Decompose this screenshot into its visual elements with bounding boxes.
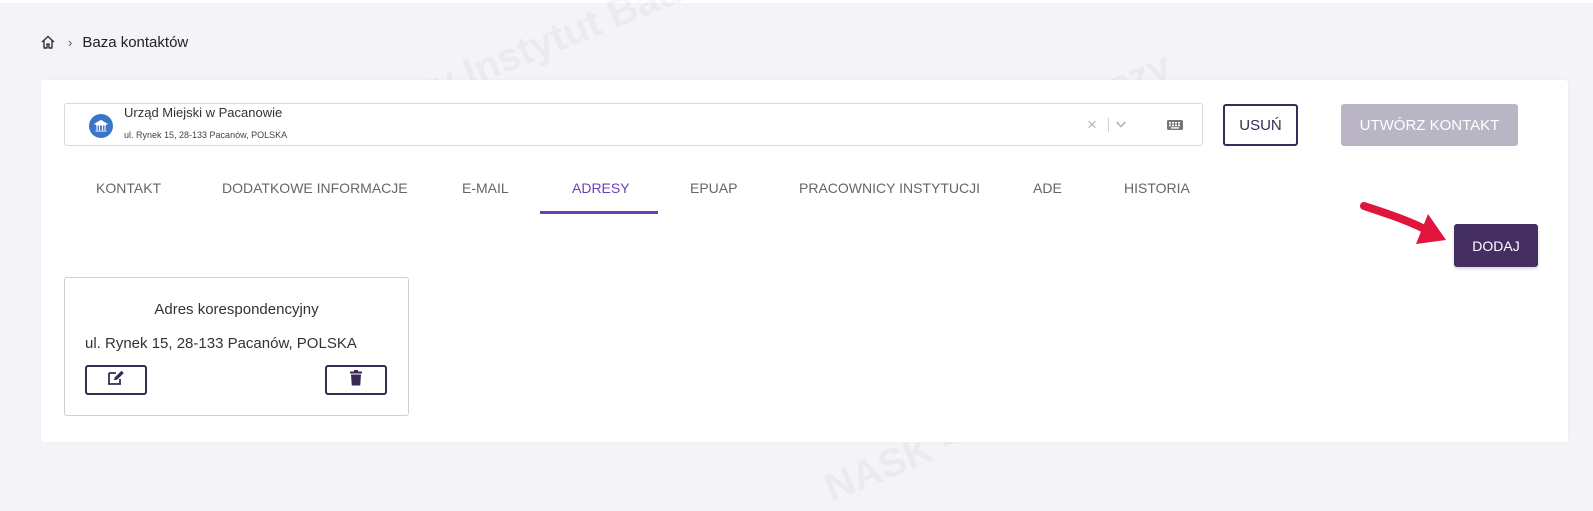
edit-address-button[interactable] [85, 365, 147, 395]
delete-address-button[interactable] [325, 365, 387, 395]
trash-icon [349, 369, 363, 391]
top-strip [0, 0, 1593, 3]
contact-name: Urząd Miejski w Pacanowie [124, 105, 283, 120]
tab-adresy[interactable]: ADRESY [572, 180, 630, 196]
tab-epuap[interactable]: EPUAP [690, 180, 737, 196]
selector-divider [1108, 118, 1109, 132]
create-contact-button[interactable]: UTWÓRZ KONTAKT [1341, 104, 1518, 146]
breadcrumb: › Baza kontaktów [40, 32, 188, 52]
breadcrumb-separator: › [68, 34, 73, 50]
institution-icon [89, 114, 113, 138]
breadcrumb-current: Baza kontaktów [82, 33, 189, 51]
arrow-annotation-icon [1360, 202, 1446, 244]
contact-selector[interactable]: Urząd Miejski w Pacanowie ul. Rynek 15, … [64, 103, 1203, 146]
address-text: ul. Rynek 15, 28-133 Pacanów, POLSKA [85, 335, 357, 352]
chevron-down-icon[interactable] [1114, 117, 1128, 131]
keyboard-icon[interactable] [1166, 118, 1184, 132]
home-icon[interactable] [40, 34, 56, 50]
tab-historia[interactable]: HISTORIA [1124, 180, 1190, 196]
contact-address: ul. Rynek 15, 28-133 Pacanów, POLSKA [124, 130, 288, 140]
add-address-button[interactable]: DODAJ [1454, 224, 1538, 267]
delete-contact-button[interactable]: USUŃ [1223, 104, 1298, 146]
address-type-title: Adres korespondencyjny [154, 301, 319, 318]
address-card: Adres korespondencyjny ul. Rynek 15, 28-… [64, 277, 409, 416]
tab-dodatkowe-informacje[interactable]: DODATKOWE INFORMACJE [222, 180, 408, 196]
tab-kontakt[interactable]: KONTAKT [96, 180, 161, 196]
clear-icon[interactable]: × [1087, 115, 1097, 135]
tab-pracownicy-instytucji[interactable]: PRACOWNICY INSTYTUCJI [799, 180, 980, 196]
tab-ade[interactable]: ADE [1033, 180, 1062, 196]
edit-icon [107, 370, 125, 391]
active-tab-indicator [540, 211, 658, 214]
tab-e-mail[interactable]: E-MAIL [462, 180, 509, 196]
